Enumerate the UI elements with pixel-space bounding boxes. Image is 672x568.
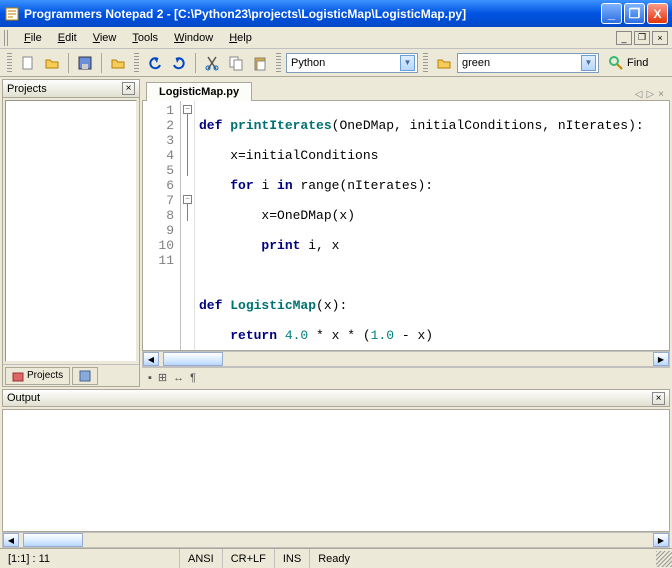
status-position: [1:1] : 11 [0,549,180,568]
maximize-button[interactable]: ❐ [624,3,645,24]
toolbar-grip[interactable] [7,53,12,73]
new-file-button[interactable] [17,52,39,74]
app-icon [4,6,20,22]
editor-tabstrip: LogisticMap.py ◁ ▷ × [142,79,670,101]
search-options-button[interactable] [433,52,455,74]
view-toggle-icon[interactable]: ↔ [173,372,184,384]
minimize-button[interactable]: _ [601,3,622,24]
status-eol: CR+LF [223,549,275,568]
code-content[interactable]: def printIterates(OneDMap, initialCondit… [195,101,669,350]
output-header: Output × [2,389,670,407]
projects-close-button[interactable]: × [122,82,135,95]
projects-panel: Projects × Projects [2,79,140,387]
editor-hscrollbar[interactable]: ◀ ▶ [142,351,670,367]
menu-help[interactable]: Help [221,30,260,46]
status-bar: [1:1] : 11 ANSI CR+LF INS Ready [0,548,672,568]
toolbar-grip[interactable] [276,53,281,73]
toolbar-grip[interactable] [4,30,10,46]
view-toggle-icon[interactable]: ⊞ [158,371,167,384]
toolbar-grip[interactable] [134,53,139,73]
search-combo[interactable]: green▼ [457,53,599,73]
fold-toggle[interactable] [183,195,192,204]
clips-icon [79,370,91,382]
view-toggle-icon[interactable]: ¶ [190,372,196,384]
menu-bar: File Edit View Tools Window Help _ ❐ × [0,27,672,49]
undo-button[interactable] [144,52,166,74]
save-button[interactable] [74,52,96,74]
output-title: Output [7,392,40,404]
projects-title: Projects [7,83,47,95]
find-button[interactable]: Find [601,52,655,74]
close-button[interactable]: X [647,3,668,24]
menu-tools[interactable]: Tools [124,30,166,46]
projects-icon [12,370,24,382]
paste-button[interactable] [249,52,271,74]
mdi-minimize-button[interactable]: _ [616,31,632,45]
scroll-right-button[interactable]: ▶ [653,533,669,547]
output-close-button[interactable]: × [652,392,665,405]
scroll-thumb[interactable] [163,352,223,366]
mdi-restore-button[interactable]: ❐ [634,31,650,45]
fold-toggle[interactable] [183,105,192,114]
output-hscrollbar[interactable]: ◀ ▶ [2,532,670,548]
redo-button[interactable] [168,52,190,74]
menu-file[interactable]: File [16,30,50,46]
status-encoding: ANSI [180,549,223,568]
search-icon [608,55,624,71]
menu-window[interactable]: Window [166,30,221,46]
projects-tab[interactable]: Projects [5,367,70,385]
line-gutter: 1234567891011 [143,101,181,350]
scroll-right-button[interactable]: ▶ [653,352,669,366]
scroll-left-button[interactable]: ◀ [143,352,159,366]
code-editor[interactable]: 1234567891011 def printIterates(OneDMap,… [142,101,670,351]
tab-close-button[interactable]: × [658,89,664,100]
menu-edit[interactable]: Edit [50,30,85,46]
window-title: Programmers Notepad 2 - [C:\Python23\pro… [24,7,601,21]
open-folder-button[interactable] [107,52,129,74]
file-tab[interactable]: LogisticMap.py [146,82,252,101]
output-panel[interactable] [2,409,670,532]
mdi-close-button[interactable]: × [652,31,668,45]
status-ready: Ready [310,549,656,568]
tab-prev-button[interactable]: ◁ [635,89,643,100]
status-insert-mode: INS [275,549,310,568]
resize-grip[interactable] [656,551,672,567]
menu-view[interactable]: View [85,30,125,46]
text-clips-tab[interactable] [72,367,98,385]
toolbar: Python▼ green▼ Find [0,49,672,77]
open-file-button[interactable] [41,52,63,74]
title-bar: Programmers Notepad 2 - [C:\Python23\pro… [0,0,672,27]
scroll-thumb[interactable] [23,533,83,547]
tab-next-button[interactable]: ▷ [646,89,654,100]
language-value: Python [291,57,325,69]
projects-header: Projects × [3,80,139,98]
scroll-left-button[interactable]: ◀ [3,533,19,547]
language-combo[interactable]: Python▼ [286,53,418,73]
fold-margin[interactable] [181,101,195,350]
copy-button[interactable] [225,52,247,74]
search-value: green [462,57,490,69]
view-toggle-icon[interactable]: ▪ [148,372,152,384]
editor-view-toolbar: ▪ ⊞ ↔ ¶ [142,367,670,387]
projects-tree[interactable] [5,100,137,362]
cut-button[interactable] [201,52,223,74]
toolbar-grip[interactable] [423,53,428,73]
